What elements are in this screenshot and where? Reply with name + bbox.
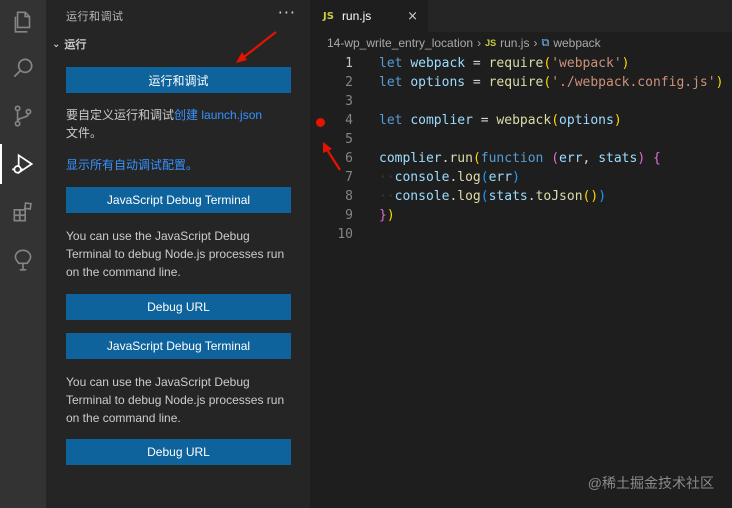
tab-label: run.js bbox=[341, 9, 372, 23]
search-icon[interactable] bbox=[7, 52, 39, 84]
code-text: ··console.log(stats.toJson()) bbox=[379, 189, 607, 204]
show-all-configs-link[interactable]: 显示所有自动调试配置。 bbox=[66, 156, 294, 174]
more-actions-icon[interactable]: ··· bbox=[278, 3, 296, 22]
js-debug-terminal-button[interactable]: JavaScript Debug Terminal bbox=[66, 333, 291, 359]
breadcrumb-file[interactable]: run.js bbox=[500, 36, 529, 50]
line-number[interactable]: 9 bbox=[310, 206, 353, 225]
breadcrumb: 14-wp_write_entry_location › JS run.js ›… bbox=[327, 36, 601, 50]
chevron-down-icon: ⌄ bbox=[52, 38, 61, 50]
breadcrumb-symbol[interactable]: webpack bbox=[553, 36, 600, 50]
code-line[interactable]: 6 complier.run(function (err, stats) { bbox=[310, 149, 732, 168]
active-view-marker bbox=[0, 144, 2, 184]
code-text: ··console.log(err) bbox=[379, 170, 520, 185]
code-line[interactable]: 1 let webpack = require('webpack') bbox=[310, 54, 732, 73]
sidebar-title: 运行和调试 bbox=[66, 10, 124, 23]
chevron-right-icon: › bbox=[533, 36, 538, 50]
source-control-icon[interactable] bbox=[7, 100, 39, 132]
code-text: let complier = webpack(options) bbox=[379, 113, 622, 128]
line-number[interactable]: 2 bbox=[310, 73, 353, 92]
code-line[interactable]: 5 bbox=[310, 130, 732, 149]
run-debug-sidebar: 运行和调试 ··· ⌄ 运行 运行和调试 要自定义运行和调试创建 launch.… bbox=[46, 0, 310, 508]
close-icon[interactable]: × bbox=[407, 9, 418, 24]
chevron-right-icon: › bbox=[477, 36, 482, 50]
code-text: complier.run(function (err, stats) { bbox=[379, 151, 661, 166]
extensions-icon[interactable] bbox=[7, 196, 39, 228]
code-line[interactable]: 8 ··console.log(stats.toJson()) bbox=[310, 187, 732, 206]
annotation-arrow bbox=[236, 31, 277, 63]
code-text: let webpack = require('webpack') bbox=[379, 56, 630, 71]
line-number[interactable]: 3 bbox=[310, 92, 353, 111]
explorer-icon[interactable] bbox=[7, 6, 39, 38]
annotation-arrow bbox=[323, 142, 341, 171]
js-debug-terminal-button[interactable]: JavaScript Debug Terminal bbox=[66, 187, 291, 213]
activity-bar bbox=[0, 0, 46, 508]
tab-run-js[interactable]: JS run.js × bbox=[310, 0, 428, 32]
js-file-icon: JS bbox=[323, 10, 334, 22]
create-launch-json-link[interactable]: 创建 launch.json bbox=[174, 108, 262, 122]
js-debug-terminal-description: You can use the JavaScript Debug Termina… bbox=[66, 229, 285, 279]
watermark: @稀土掘金技术社区 bbox=[587, 475, 714, 491]
tab-bar: JS run.js × bbox=[310, 0, 732, 32]
editor: JS run.js × 14-wp_write_entry_location ›… bbox=[310, 0, 732, 508]
line-number[interactable]: 4 bbox=[310, 111, 353, 130]
run-and-debug-button[interactable]: 运行和调试 bbox=[66, 67, 291, 93]
code-line[interactable]: 7 ··console.log(err) bbox=[310, 168, 732, 187]
code-line[interactable]: 4 let complier = webpack(options) bbox=[310, 111, 732, 130]
customize-hint-prefix: 要自定义运行和调试 bbox=[66, 108, 175, 122]
line-number[interactable]: 10 bbox=[310, 225, 353, 244]
code-line[interactable]: 10 bbox=[310, 225, 732, 244]
code-text: }) bbox=[379, 208, 395, 223]
customize-hint-suffix: 文件。 bbox=[66, 126, 103, 140]
line-number[interactable]: 1 bbox=[310, 54, 353, 73]
section-label: 运行 bbox=[64, 38, 87, 51]
js-debug-terminal-description: You can use the JavaScript Debug Termina… bbox=[66, 375, 285, 425]
debug-url-button[interactable]: Debug URL bbox=[66, 439, 291, 465]
code-line[interactable]: 9}) bbox=[310, 206, 732, 225]
code-text: let options = require('./webpack.config.… bbox=[379, 75, 724, 90]
line-number[interactable]: 8 bbox=[310, 187, 353, 206]
debug-url-button[interactable]: Debug URL bbox=[66, 294, 291, 320]
breadcrumb-folder[interactable]: 14-wp_write_entry_location bbox=[327, 36, 473, 50]
code-line[interactable]: 2 let options = require('./webpack.config… bbox=[310, 73, 732, 92]
symbol-variable-icon: ⧉ bbox=[541, 36, 550, 49]
code-line[interactable]: 3 bbox=[310, 92, 732, 111]
js-file-icon: JS bbox=[485, 38, 497, 48]
section-header-run[interactable]: ⌄ 运行 bbox=[52, 36, 86, 52]
customize-hint: 要自定义运行和调试创建 launch.json 文件。 bbox=[66, 106, 294, 142]
remote-icon[interactable] bbox=[7, 244, 39, 276]
run-debug-icon[interactable] bbox=[7, 148, 39, 180]
